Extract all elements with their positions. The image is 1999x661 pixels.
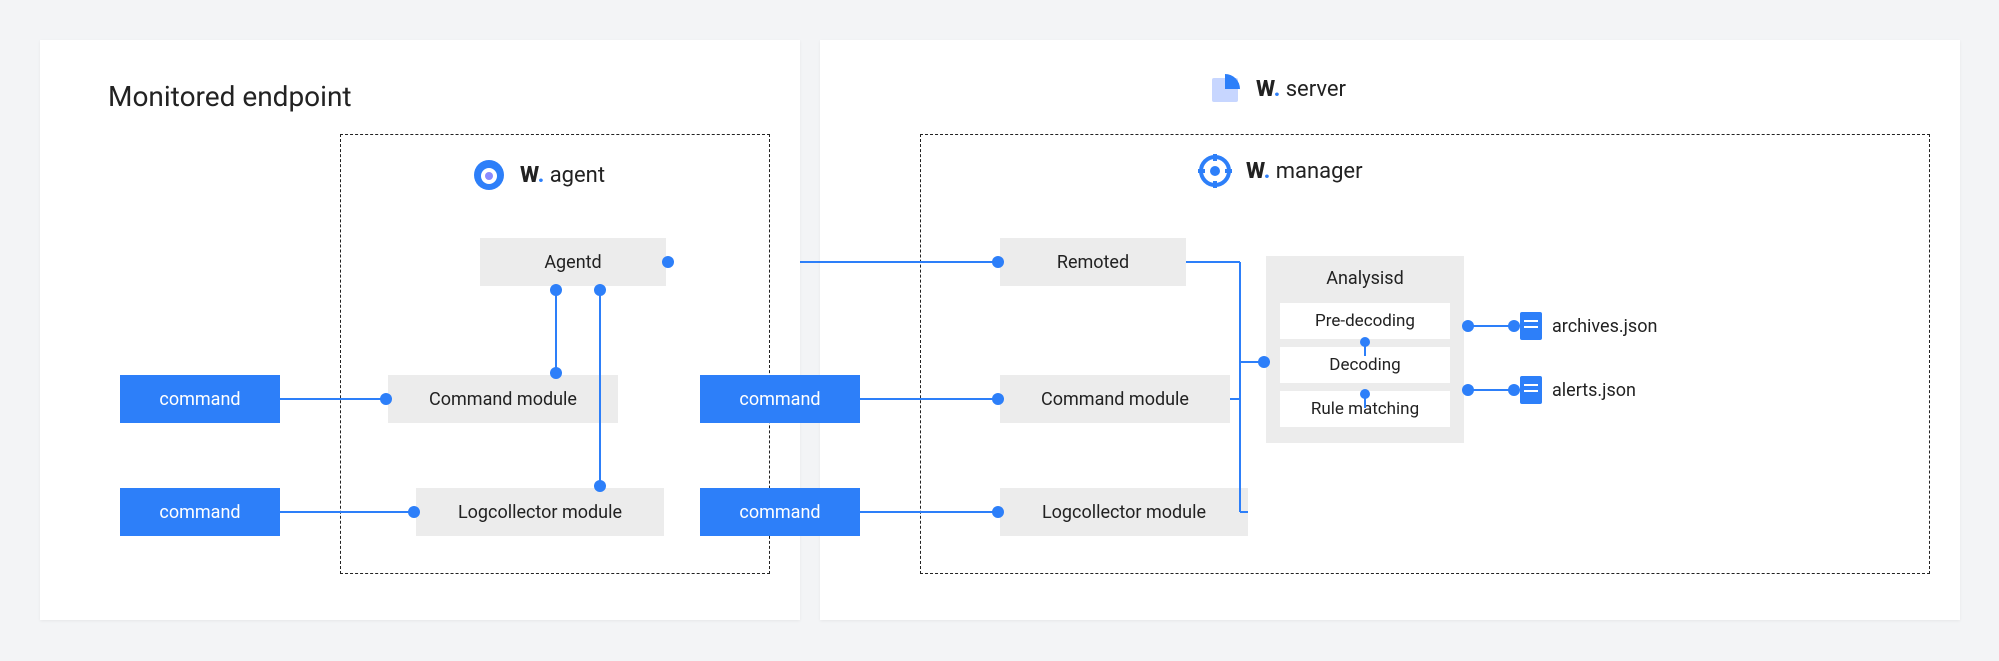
server-panel: W. server W. manager Remoted Command mod… (820, 40, 1960, 620)
manager-gear-icon (1198, 154, 1232, 188)
command-module-node: Command module (388, 375, 618, 423)
decoding-box: Decoding (1280, 347, 1450, 383)
logcollector-module-node: Logcollector module (416, 488, 664, 536)
remoted-node: Remoted (1000, 238, 1186, 286)
monitored-endpoint-panel: Monitored endpoint W. agent Agentd Comma… (40, 40, 800, 620)
rule-matching-box: Rule matching (1280, 391, 1450, 427)
agent-brand-label: W. agent (472, 158, 605, 192)
command-button-1: command (120, 375, 280, 423)
server-logcollector-module-node: Logcollector module (1000, 488, 1248, 536)
file-icon (1520, 376, 1542, 404)
server-pie-icon (1208, 72, 1242, 106)
archives-file: archives.json (1520, 312, 1657, 340)
alerts-file: alerts.json (1520, 376, 1636, 404)
agentd-node: Agentd (480, 238, 666, 286)
manager-brand-label: W. manager (1198, 154, 1363, 188)
server-command-button-1: command (700, 375, 860, 423)
command-button-2: command (120, 488, 280, 536)
server-command-button-2: command (700, 488, 860, 536)
pre-decoding-box: Pre-decoding (1280, 303, 1450, 339)
server-brand-label: W. server (1208, 72, 1346, 106)
file-icon (1520, 312, 1542, 340)
analysisd-block: Analysisd Pre-decoding Decoding Rule mat… (1266, 256, 1464, 443)
monitored-endpoint-title: Monitored endpoint (108, 80, 352, 113)
analysisd-title: Analysisd (1326, 268, 1403, 289)
agent-eye-icon (472, 158, 506, 192)
server-command-module-node: Command module (1000, 375, 1230, 423)
